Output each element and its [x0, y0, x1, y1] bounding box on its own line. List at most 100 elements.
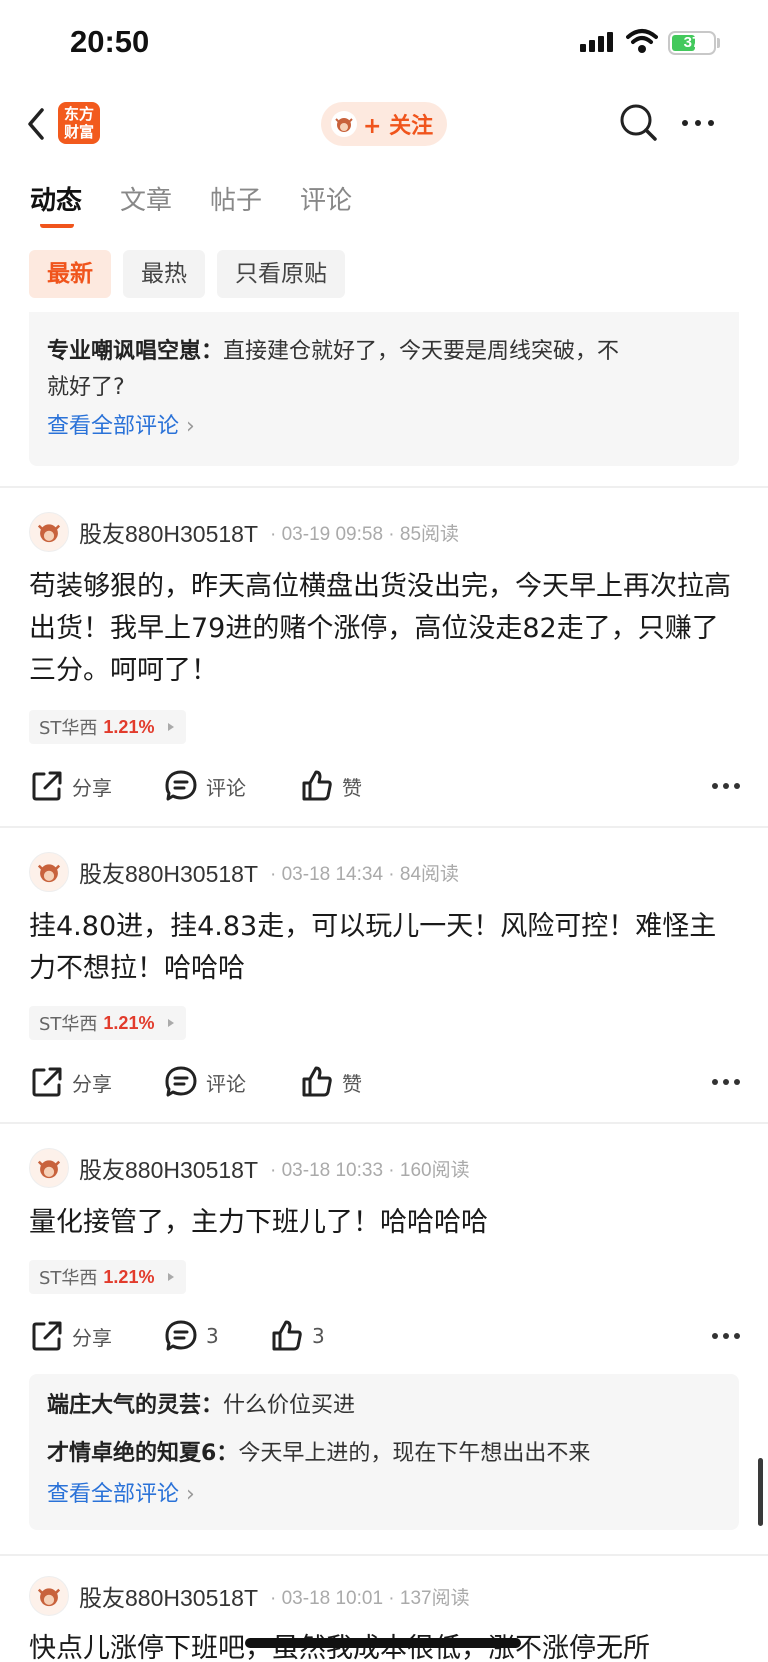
divider	[0, 486, 768, 488]
post-item[interactable]: 股友880H30518T · 03-18 10:01 · 137阅读 快点儿涨停…	[0, 1574, 768, 1662]
post-meta: · 03-18 14:34 · 84阅读	[270, 863, 460, 885]
chevron-right-icon	[168, 1273, 175, 1281]
stock-tag[interactable]: ST华西 1.21%	[29, 710, 187, 744]
stock-change: 1.21%	[103, 1266, 155, 1287]
like-button[interactable]: 赞	[300, 764, 362, 808]
comment-button[interactable]: 评论	[164, 764, 246, 808]
follow-label: + 关注	[363, 114, 434, 139]
tab-active-indicator	[40, 222, 74, 228]
filter-hot[interactable]: 最热	[123, 250, 205, 298]
comment-text: 直接建仓就好了，今天要是周线突破，不	[223, 339, 620, 364]
post-username[interactable]: 股友880H30518T	[79, 515, 258, 549]
follow-button[interactable]: + 关注	[321, 102, 447, 146]
share-button[interactable]: 分享	[30, 764, 112, 808]
post-body[interactable]: 量化接管了，主力下班儿了！哈哈哈哈	[29, 1202, 741, 1244]
tab-posts[interactable]: 帖子	[210, 180, 262, 230]
share-button[interactable]: 分享	[30, 1314, 112, 1358]
user-avatar[interactable]	[29, 512, 69, 552]
comment-line: 专业嘲讽唱空崽：直接建仓就好了，今天要是周线突破，不	[47, 334, 721, 370]
thumbs-up-icon	[272, 1320, 302, 1351]
comment-button[interactable]: 评论	[164, 1060, 246, 1104]
battery-level: 37	[683, 34, 701, 51]
more-icon[interactable]	[712, 1333, 740, 1339]
user-avatar[interactable]	[29, 852, 69, 892]
more-icon[interactable]	[712, 1079, 740, 1085]
comment-text-cont: 就好了?	[47, 375, 125, 400]
comment-text: 今天早上进的，现在下午想出出不来	[238, 1441, 591, 1466]
post-username[interactable]: 股友880H30518T	[79, 1579, 258, 1613]
scrollbar[interactable]	[758, 1458, 763, 1526]
divider	[0, 1554, 768, 1556]
user-avatar[interactable]	[29, 1576, 69, 1616]
user-avatar[interactable]	[29, 1148, 69, 1188]
chevron-right-icon	[168, 723, 175, 731]
share-icon	[32, 1321, 62, 1351]
post-actions: 分享 评论 赞	[30, 764, 740, 808]
eastmoney-logo[interactable]: 东方 财富	[58, 102, 100, 144]
share-button[interactable]: 分享	[30, 1060, 112, 1104]
top-nav: 东方 财富 + 关注	[0, 90, 768, 156]
comment-icon	[165, 1066, 197, 1097]
stock-name: ST华西	[39, 718, 98, 739]
filter-latest[interactable]: 最新	[29, 250, 111, 298]
comment-author[interactable]: 端庄大气的灵芸：	[47, 1393, 223, 1418]
tab-articles[interactable]: 文章	[120, 180, 172, 230]
stock-name: ST华西	[39, 1268, 98, 1289]
comment-button[interactable]: 3	[164, 1314, 219, 1358]
stock-name: ST华西	[39, 1014, 98, 1035]
post-username[interactable]: 股友880H30518T	[79, 855, 258, 889]
more-icon[interactable]	[712, 783, 740, 789]
comment-line: 端庄大气的灵芸：什么价位买进	[47, 1388, 721, 1424]
post-actions: 分享 3 3	[30, 1314, 740, 1358]
tab-comments[interactable]: 评论	[300, 180, 352, 230]
cellular-signal-icon	[580, 32, 613, 52]
stock-tag[interactable]: ST华西 1.21%	[29, 1260, 187, 1294]
stock-tag[interactable]: ST华西 1.21%	[29, 1006, 187, 1040]
comment-author[interactable]: 专业嘲讽唱空崽：	[47, 339, 223, 364]
back-icon[interactable]	[22, 104, 52, 144]
stock-change: 1.21%	[103, 716, 155, 737]
thumbs-up-icon	[302, 770, 332, 801]
share-icon	[32, 771, 62, 801]
search-icon[interactable]	[618, 102, 658, 142]
share-icon	[32, 1067, 62, 1097]
comment-icon	[165, 1320, 197, 1351]
post-header: 股友880H30518T · 03-18 14:34 · 84阅读	[29, 850, 459, 894]
comment-preview-box: 端庄大气的灵芸：什么价位买进 才情卓绝的知夏6：今天早上进的，现在下午想出出不来…	[29, 1374, 739, 1530]
post-header: 股友880H30518T · 03-18 10:01 · 137阅读	[29, 1574, 470, 1618]
home-indicator[interactable]	[245, 1638, 521, 1648]
post-actions: 分享 评论 赞	[30, 1060, 740, 1104]
chevron-right-icon	[168, 1019, 175, 1027]
tab-dynamics[interactable]: 动态	[30, 180, 82, 230]
filter-bar: 最新 最热 只看原贴	[29, 250, 345, 298]
like-button[interactable]: 3	[270, 1314, 325, 1358]
wifi-icon	[626, 29, 658, 53]
thumbs-up-icon	[302, 1066, 332, 1097]
comment-line: 才情卓绝的知夏6：今天早上进的，现在下午想出出不来	[47, 1436, 721, 1472]
see-all-comments-link[interactable]: 查看全部评论 ›	[47, 410, 721, 444]
battery-tip	[717, 38, 720, 48]
post-header: 股友880H30518T · 03-19 09:58 · 85阅读	[29, 510, 459, 554]
post-username[interactable]: 股友880H30518T	[79, 1151, 258, 1185]
post-body[interactable]: 挂4.80进，挂4.83走，可以玩儿一天！风险可控！难怪主力不想拉！哈哈哈	[29, 906, 741, 990]
divider	[0, 1122, 768, 1124]
more-icon[interactable]	[682, 120, 714, 126]
divider	[0, 826, 768, 828]
post-meta: · 03-19 09:58 · 85阅读	[270, 523, 460, 545]
post-meta: · 03-18 10:01 · 137阅读	[270, 1587, 470, 1609]
previous-comments: 专业嘲讽唱空崽：直接建仓就好了，今天要是周线突破，不 就好了? 查看全部评论 ›	[29, 334, 739, 444]
post-meta: · 03-18 10:33 · 160阅读	[270, 1159, 470, 1181]
post-body[interactable]: 苟装够狠的，昨天高位横盘出货没出完，今天早上再次拉高出货！我早上79进的赌个涨停…	[29, 566, 741, 692]
status-bar: 20:50 37	[0, 0, 768, 86]
comment-icon	[165, 770, 197, 801]
comment-text: 什么价位买进	[223, 1393, 356, 1418]
stock-change: 1.21%	[103, 1012, 155, 1033]
see-all-comments-link[interactable]: 查看全部评论 ›	[47, 1478, 721, 1512]
comment-author[interactable]: 才情卓绝的知夏6：	[47, 1441, 238, 1466]
status-time: 20:50	[70, 24, 150, 59]
profile-tabs: 动态 文章 帖子 评论	[30, 180, 352, 230]
ox-avatar-icon	[331, 111, 357, 137]
post-header: 股友880H30518T · 03-18 10:33 · 160阅读	[29, 1146, 470, 1190]
filter-original-only[interactable]: 只看原贴	[217, 250, 345, 298]
like-button[interactable]: 赞	[300, 1060, 362, 1104]
